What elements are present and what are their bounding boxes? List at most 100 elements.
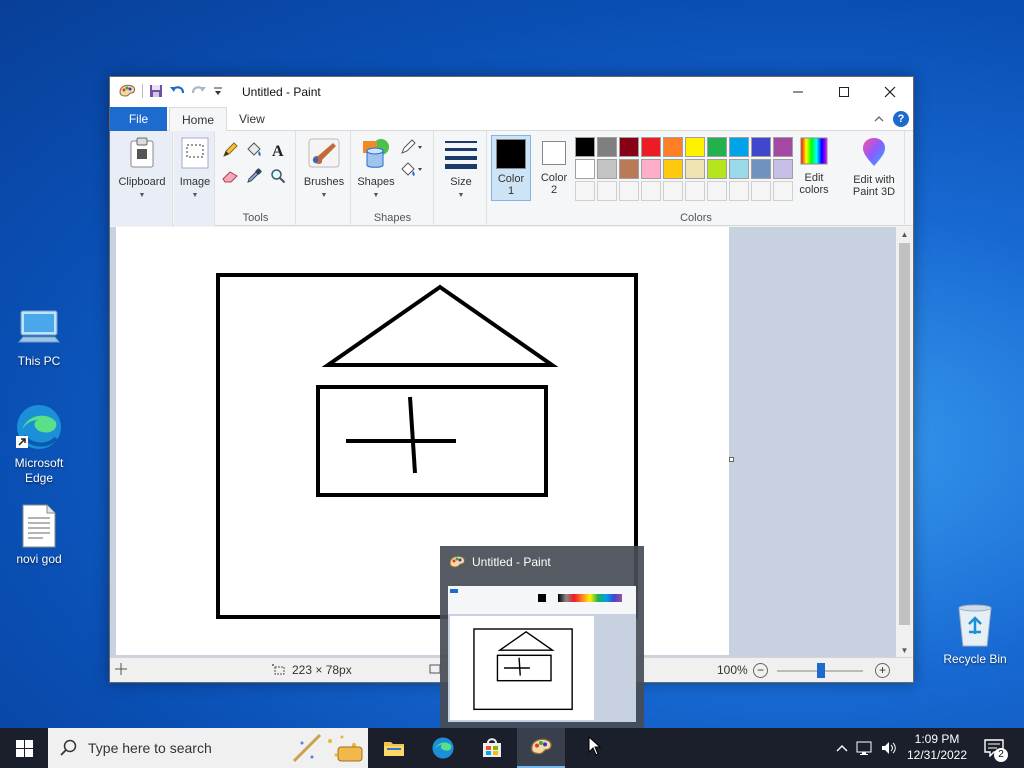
taskbar-preview[interactable]: Untitled - Paint [440,546,644,728]
tab-file[interactable]: File [110,107,167,131]
palette-swatch[interactable] [707,137,727,157]
brushes-label: Brushes [303,176,345,188]
edit-with-paint3d-button[interactable]: Edit with Paint 3D [845,137,903,198]
customize-qat-icon[interactable] [213,86,223,96]
palette-swatch[interactable] [685,137,705,157]
palette-swatch[interactable] [619,137,639,157]
palette-swatch[interactable] [773,159,793,179]
outline-icon[interactable] [400,139,424,155]
palette-swatch[interactable] [641,159,661,179]
palette-swatch[interactable] [663,159,683,179]
palette-swatch[interactable] [619,159,639,179]
save-icon[interactable] [149,84,163,98]
start-button[interactable] [0,728,48,768]
image-button[interactable]: Image ▼ [177,137,213,202]
paint3d-label-line1: Edit with [853,174,895,186]
size-button[interactable]: Size ▼ [439,139,483,202]
clipboard-button[interactable]: Clipboard ▼ [114,137,170,202]
minimize-icon [793,91,803,93]
desktop-icon-edge[interactable]: Microsoft Edge [3,402,75,486]
search-box[interactable]: Type here to search [48,728,368,768]
palette-swatch[interactable] [575,137,595,157]
paint-app-icon[interactable] [118,83,136,99]
text-tool[interactable]: A [266,137,290,163]
zoom-slider-thumb[interactable] [817,663,825,678]
taskbar-edge[interactable] [419,728,467,768]
magnifier-tool[interactable] [266,163,290,189]
palette-swatch[interactable] [707,159,727,179]
tab-home[interactable]: Home [169,107,228,132]
palette-swatch[interactable] [597,159,617,179]
maximize-icon [839,87,849,97]
palette-swatch[interactable] [751,137,771,157]
pencil-tool[interactable] [218,137,242,163]
help-button[interactable]: ? [893,111,909,127]
palette-custom-swatch[interactable] [729,181,749,201]
search-placeholder: Type here to search [88,740,212,756]
fill-icon[interactable] [400,161,424,177]
desktop-icon-recycle-bin[interactable]: Recycle Bin [939,602,1011,667]
palette-custom-swatch[interactable] [773,181,793,201]
volume-icon[interactable] [880,740,898,756]
title-bar[interactable]: Untitled - Paint [110,77,913,107]
color2-button[interactable]: Color 2 [534,135,574,201]
svg-text:A: A [272,143,284,158]
undo-icon[interactable] [169,84,185,98]
collapse-ribbon-icon[interactable] [873,114,885,124]
palette-swatch[interactable] [685,159,705,179]
mouse-cursor-icon [588,736,602,756]
palette-swatch[interactable] [773,137,793,157]
palette-custom-swatch[interactable] [619,181,639,201]
taskbar-paint[interactable] [517,728,565,768]
scroll-up-icon[interactable]: ▲ [896,227,913,243]
fill-tool[interactable] [242,137,266,163]
action-center-button[interactable]: 2 [978,728,1024,768]
palette-swatch[interactable] [663,137,683,157]
desktop-icon-label: novi god [16,552,62,566]
close-button[interactable] [867,77,913,107]
network-icon[interactable] [856,740,874,756]
palette-custom-swatch[interactable] [641,181,661,201]
desktop-icon-label: Recycle Bin [943,652,1007,666]
edge-icon [432,737,454,759]
palette-custom-swatch[interactable] [663,181,683,201]
shapes-button[interactable]: Shapes ▼ [354,137,398,202]
taskbar-file-explorer[interactable] [370,728,418,768]
canvas-resize-handle[interactable] [729,457,734,462]
zoom-in-button[interactable]: + [875,663,890,678]
palette-custom-swatch[interactable] [597,181,617,201]
palette-swatch[interactable] [575,159,595,179]
edit-colors-button[interactable]: Edit colors [794,137,834,196]
preview-thumbnail [448,586,636,722]
vertical-scrollbar[interactable]: ▲ ▼ [896,227,913,659]
color1-button[interactable]: Color 1 [491,135,531,201]
desktop-icon-novi-god[interactable]: novi god [3,504,75,567]
palette-swatch[interactable] [597,137,617,157]
tab-view[interactable]: View [227,107,277,132]
clipboard-group: Clipboard ▼ [110,131,173,226]
preview-drawing [473,628,573,711]
maximize-button[interactable] [821,77,867,107]
palette-swatch[interactable] [729,159,749,179]
brushes-button[interactable]: Brushes ▼ [299,137,349,202]
palette-custom-swatch[interactable] [685,181,705,201]
scrollbar-thumb[interactable] [899,243,910,625]
show-hidden-icons-icon[interactable] [836,743,848,753]
tab-row-icons: ? [873,111,909,127]
minimize-button[interactable] [775,77,821,107]
clipboard-label: Clipboard [118,176,166,188]
taskbar-clock[interactable]: 1:09 PM 12/31/2022 [903,731,971,763]
palette-custom-swatch[interactable] [707,181,727,201]
desktop-icon-this-pc[interactable]: This PC [3,306,75,369]
taskbar-store[interactable] [468,728,516,768]
palette-custom-swatch[interactable] [575,181,595,201]
palette-custom-swatch[interactable] [751,181,771,201]
eraser-tool[interactable] [218,163,242,189]
palette-swatch[interactable] [751,159,771,179]
color-picker-tool[interactable] [242,163,266,189]
palette-swatch[interactable] [729,137,749,157]
redo-icon[interactable] [191,84,207,98]
zoom-out-button[interactable]: − [753,663,768,678]
eyedropper-icon [247,168,262,183]
palette-swatch[interactable] [641,137,661,157]
